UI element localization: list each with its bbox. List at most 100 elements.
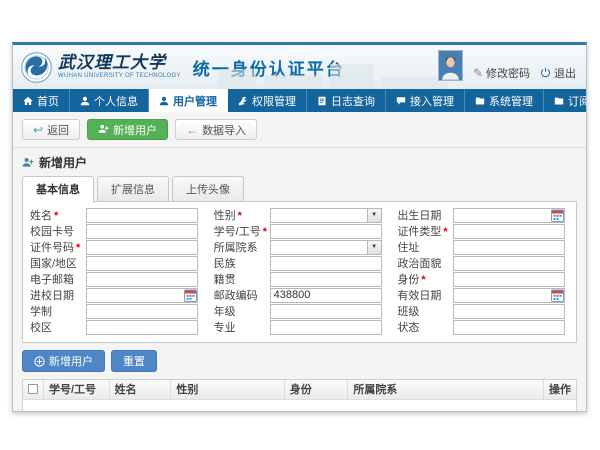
grade-field: 年级 — [210, 303, 390, 319]
ethnicity-input[interactable] — [270, 256, 382, 271]
nav-label: 首页 — [37, 93, 59, 109]
header-user-area: ✎ 修改密码 退出 — [438, 50, 576, 81]
tab-basic-info[interactable]: 基本信息 — [22, 176, 94, 202]
university-name-en: WUHAN UNIVERSITY OF TECHNOLOGY — [58, 73, 181, 79]
field-label: 证件类型 — [397, 226, 441, 238]
postal-code-field: 邮政编码 — [210, 287, 390, 303]
field-label: 校区 — [30, 322, 52, 334]
postal-code-input[interactable] — [270, 288, 382, 303]
campus-input[interactable] — [86, 320, 198, 335]
major-input[interactable] — [270, 320, 382, 335]
select-all-checkbox[interactable] — [28, 384, 38, 394]
field-label: 籍贯 — [214, 274, 236, 286]
reset-button[interactable]: 重置 — [111, 350, 157, 372]
nav-label: 接入管理 — [410, 93, 454, 109]
campus-card-input[interactable] — [86, 224, 198, 239]
nav-item-permission-management[interactable]: 权限管理 — [228, 89, 307, 112]
logout-link[interactable]: 退出 — [540, 65, 576, 81]
valid-date-input[interactable] — [453, 288, 565, 303]
subscribe-folder-icon — [554, 96, 564, 106]
address-field: 住址 — [393, 239, 573, 255]
class-field: 班级 — [393, 303, 573, 319]
form-tabs: 基本信息 扩展信息 上传头像 — [22, 176, 577, 201]
tab-extended-info[interactable]: 扩展信息 — [97, 176, 169, 201]
back-label: 返回 — [47, 122, 69, 138]
student-id-input[interactable] — [270, 224, 382, 239]
status-input[interactable] — [453, 320, 565, 335]
nav-item-access-management[interactable]: 接入管理 — [386, 89, 465, 112]
calendar-icon[interactable] — [551, 289, 564, 302]
identity-input[interactable] — [453, 272, 565, 287]
address-input[interactable] — [453, 240, 565, 255]
id-type-input[interactable] — [453, 224, 565, 239]
import-label: 数据导入 — [202, 122, 246, 138]
nav-item-subscription-management[interactable]: 订阅管理 — [544, 89, 587, 112]
field-label: 校园卡号 — [30, 226, 74, 238]
reset-label: 重置 — [123, 353, 145, 369]
users-icon — [159, 96, 169, 106]
entry-date-input[interactable] — [86, 288, 198, 303]
field-label: 学制 — [30, 306, 52, 318]
field-label: 政治面貌 — [397, 258, 441, 270]
change-password-link[interactable]: ✎ 修改密码 — [473, 65, 530, 81]
form-panel: 姓名* 性别* ▼ 出生日期 校园卡号 学号/工号* — [22, 201, 577, 343]
nav-item-home[interactable]: 首页 — [13, 89, 70, 112]
nav-item-system-management[interactable]: 系统管理 — [465, 89, 544, 112]
native-place-input[interactable] — [270, 272, 382, 287]
add-user-toolbar-button[interactable]: 新增用户 — [87, 119, 168, 140]
calendar-icon[interactable] — [551, 209, 564, 222]
name-input[interactable] — [86, 208, 198, 223]
identity-field: 身份* — [393, 271, 573, 287]
log-icon — [317, 96, 327, 106]
field-label: 状态 — [397, 322, 419, 334]
id-number-input[interactable] — [86, 240, 198, 255]
add-user-icon — [98, 124, 109, 135]
field-label: 证件号码 — [30, 242, 74, 254]
app-window: 武汉理工大学 WUHAN UNIVERSITY OF TECHNOLOGY 统一… — [12, 42, 587, 412]
add-user-label: 新增用户 — [113, 122, 157, 138]
home-icon — [23, 96, 33, 106]
political-status-input[interactable] — [453, 256, 565, 271]
nav-item-log-query[interactable]: 日志查询 — [307, 89, 386, 112]
nav-item-personal-info[interactable]: 个人信息 — [70, 89, 149, 112]
section-title: 新增用户 — [22, 154, 577, 171]
birth-date-input[interactable] — [453, 208, 565, 223]
data-import-button[interactable]: ← 数据导入 — [175, 119, 257, 140]
back-button[interactable]: ↩ 返回 — [22, 119, 80, 140]
class-input[interactable] — [453, 304, 565, 319]
required-marker: * — [76, 242, 80, 254]
pencil-icon: ✎ — [473, 66, 483, 80]
form-actions: 新增用户 重置 — [22, 350, 577, 372]
field-label: 民族 — [214, 258, 236, 270]
schooling-length-input[interactable] — [86, 304, 198, 319]
department-select[interactable]: ▼ — [270, 240, 382, 255]
gender-select[interactable]: ▼ — [270, 208, 382, 223]
main-nav: 首页 个人信息 用户管理 权限管理 日志查询 接入管理 系统管理 订阅管理 — [13, 89, 586, 112]
chevron-down-icon: ▼ — [367, 241, 381, 254]
field-label: 出生日期 — [397, 210, 441, 222]
field-label: 性别 — [214, 210, 236, 222]
user-table: 学号/工号 姓名 性别 身份 所属院系 操作 — [22, 379, 577, 412]
required-marker: * — [421, 274, 425, 286]
calendar-icon[interactable] — [184, 289, 197, 302]
user-avatar — [438, 50, 463, 81]
id-type-field: 证件类型* — [393, 223, 573, 239]
email-input[interactable] — [86, 272, 198, 287]
back-arrow-icon: ↩ — [33, 124, 43, 136]
submit-add-user-button[interactable]: 新增用户 — [22, 350, 105, 372]
add-user-section-icon — [22, 157, 34, 169]
student-id-field: 学号/工号* — [210, 223, 390, 239]
key-icon — [238, 96, 248, 106]
country-region-input[interactable] — [86, 256, 198, 271]
col-identity: 身份 — [284, 380, 348, 399]
chevron-down-icon: ▼ — [367, 209, 381, 222]
field-label: 班级 — [397, 306, 419, 318]
field-label: 国家/地区 — [30, 258, 77, 270]
table-empty-row — [23, 399, 576, 412]
campus-field: 校区 — [26, 319, 206, 335]
col-student-id: 学号/工号 — [44, 380, 110, 399]
content-area: ↩ 返回 新增用户 ← 数据导入 新增用户 基本信息 扩展信息 上传头像 — [13, 112, 586, 412]
tab-upload-avatar[interactable]: 上传头像 — [172, 176, 244, 201]
grade-input[interactable] — [270, 304, 382, 319]
nav-item-user-management[interactable]: 用户管理 — [149, 89, 228, 112]
